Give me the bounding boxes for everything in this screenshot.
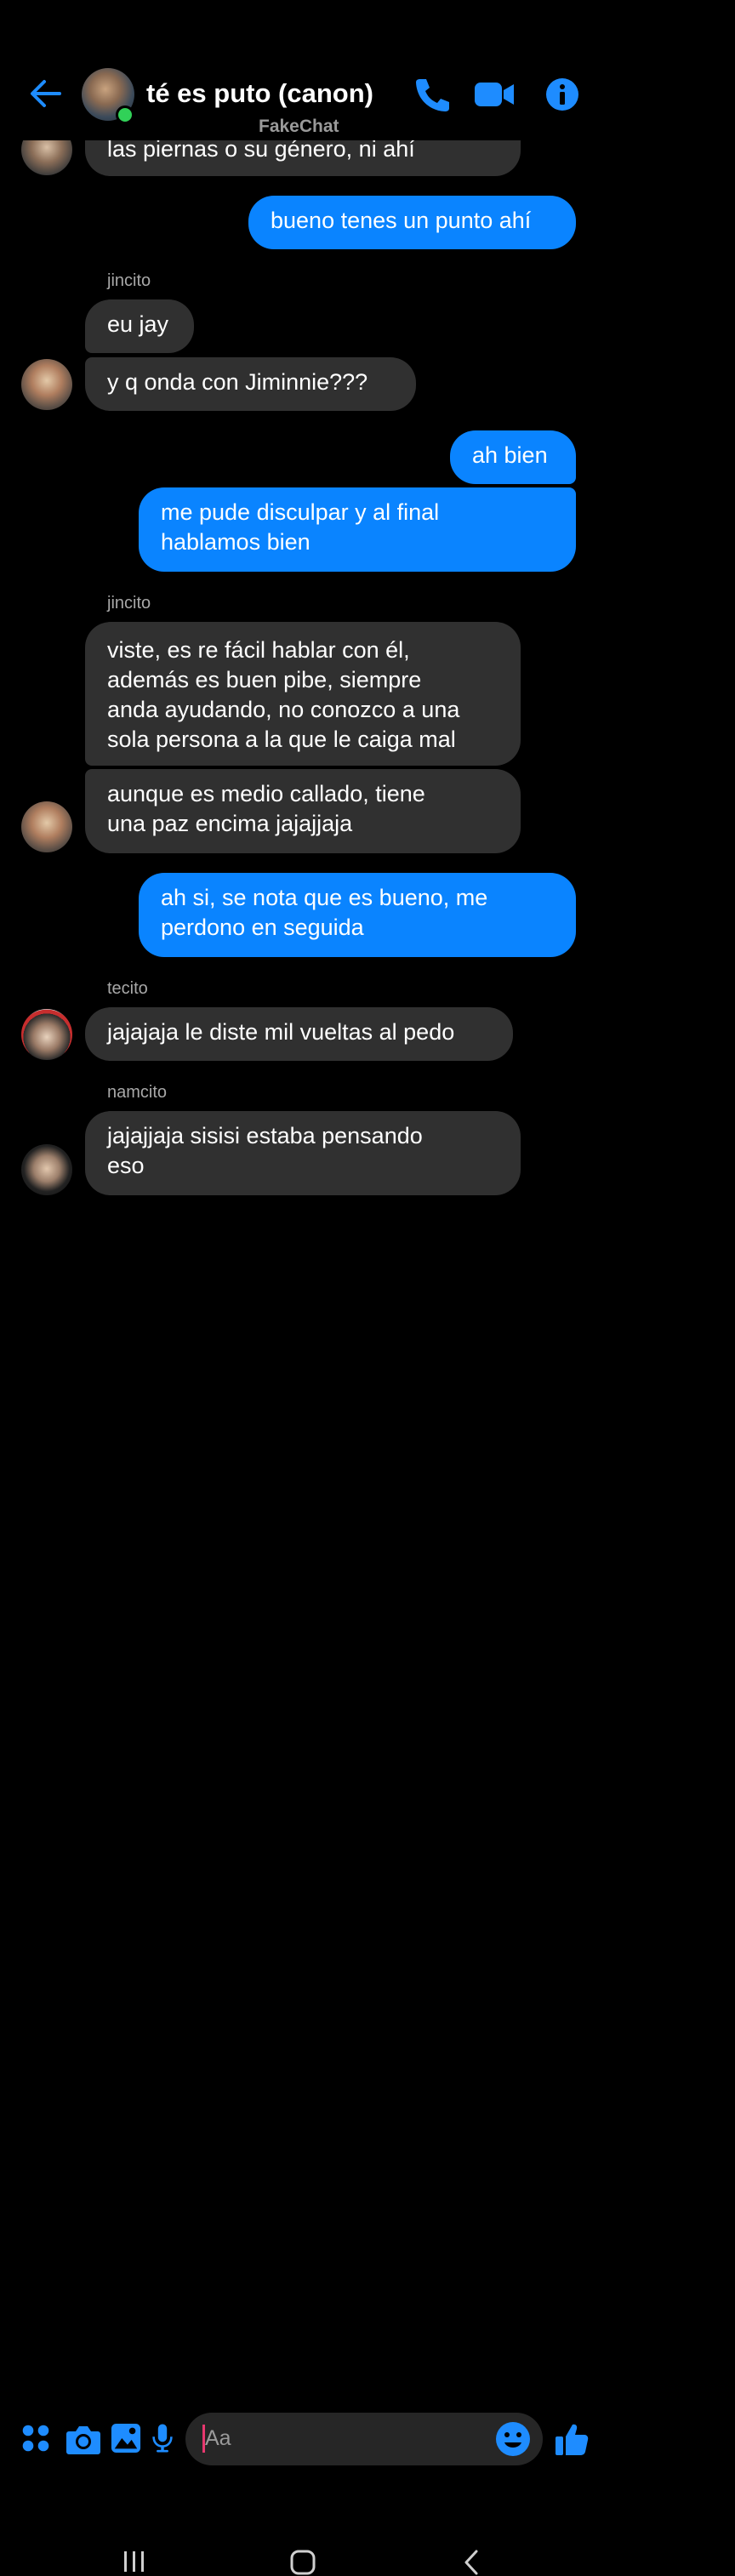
message-bubble-outgoing[interactable]: me pude disculpar y al final hablamos bi… — [139, 487, 576, 572]
avatar[interactable] — [21, 801, 72, 852]
recent-apps-icon[interactable] — [122, 2549, 147, 2574]
message-bubble-incoming[interactable]: viste, es re fácil hablar con él, además… — [85, 622, 521, 766]
back-nav-icon[interactable] — [461, 2549, 481, 2576]
sender-name: jincito — [107, 594, 151, 613]
composer-bar: Aa — [0, 1206, 601, 2465]
emoji-icon[interactable] — [495, 2421, 531, 2457]
watermark-text: FakeChat — [259, 117, 339, 136]
gallery-icon[interactable] — [111, 2423, 141, 2453]
avatar[interactable] — [21, 1009, 72, 1060]
back-arrow-icon[interactable] — [29, 77, 63, 111]
message-input-placeholder: Aa — [205, 2426, 231, 2450]
chat-title[interactable]: té es puto (canon) — [146, 78, 373, 109]
video-call-icon[interactable] — [473, 77, 516, 112]
thumbs-up-icon[interactable] — [554, 2421, 590, 2457]
avatar[interactable] — [21, 1144, 72, 1195]
message-bubble-outgoing[interactable]: ah si, se nota que es bueno, me perdono … — [139, 873, 576, 957]
message-bubble-incoming[interactable]: jajajaja le diste mil vueltas al pedo — [85, 1007, 513, 1061]
message-bubble-incoming[interactable]: aunque es medio callado, tiene una paz e… — [85, 769, 521, 853]
home-icon[interactable] — [289, 2549, 316, 2576]
sender-name: tecito — [107, 979, 148, 998]
camera-icon[interactable] — [66, 2423, 101, 2455]
online-status-dot — [116, 105, 134, 124]
info-icon[interactable] — [544, 77, 580, 112]
message-bubble-incoming[interactable]: jajajjaja sisisi estaba pensando eso — [85, 1111, 521, 1195]
message-input[interactable] — [185, 2413, 543, 2465]
system-navigation-bar — [0, 1266, 601, 2575]
microphone-icon[interactable] — [151, 2422, 174, 2454]
message-bubble-incoming[interactable]: y q onda con Jiminnie??? — [85, 357, 416, 411]
message-bubble-incoming[interactable]: eu jay — [85, 299, 194, 353]
sender-name: jincito — [107, 271, 151, 290]
sender-name: namcito — [107, 1083, 168, 1102]
message-bubble-outgoing[interactable]: ah bien — [450, 430, 576, 484]
chat-header: té es puto (canon) FakeChat — [0, 0, 601, 140]
phone-call-icon[interactable] — [413, 77, 451, 112]
avatar[interactable] — [21, 359, 72, 410]
apps-icon[interactable] — [20, 2423, 51, 2453]
message-bubble-outgoing[interactable]: bueno tenes un punto ahí — [248, 196, 576, 249]
